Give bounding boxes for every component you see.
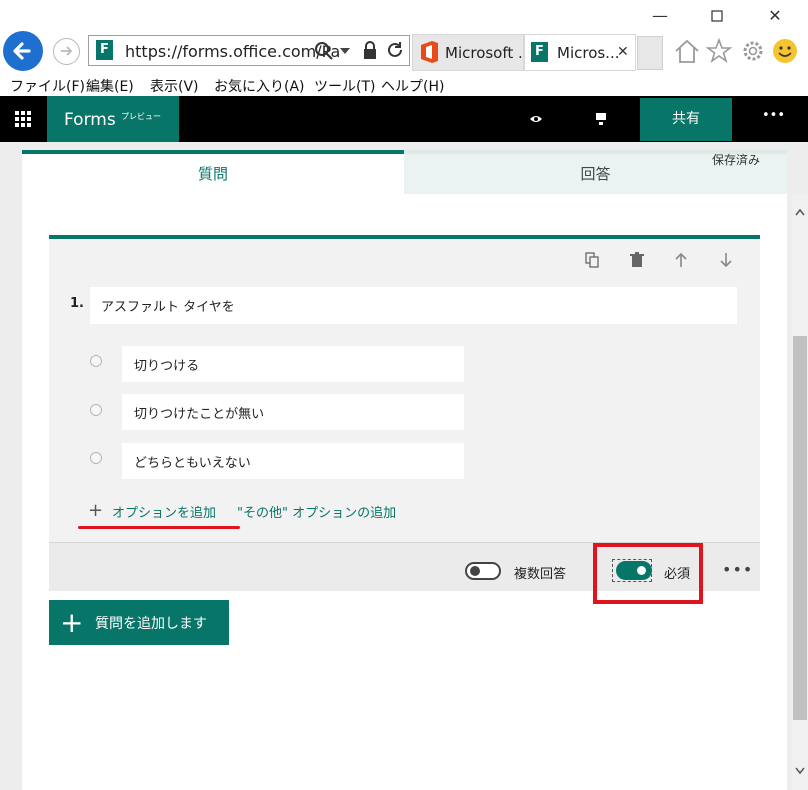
forms-favicon-icon: F xyxy=(96,40,113,60)
radio-button[interactable] xyxy=(90,355,102,367)
menu-edit[interactable]: 編集(E) xyxy=(86,76,134,96)
copy-icon[interactable] xyxy=(584,252,600,268)
menu-tools[interactable]: ツール(T) xyxy=(314,76,375,96)
arrow-left-icon xyxy=(13,42,31,60)
minimize-button[interactable]: — xyxy=(645,4,675,28)
question-number: 1. xyxy=(70,296,84,311)
add-other-option-link[interactable]: "その他" オプションの追加 xyxy=(237,502,396,521)
share-button[interactable]: 共有 xyxy=(640,98,732,141)
trash-icon[interactable] xyxy=(629,252,645,268)
preview-badge: プレビュー xyxy=(121,112,161,121)
question-more-button[interactable]: ••• xyxy=(722,560,753,579)
waffle-icon xyxy=(15,111,31,127)
arrow-down-icon[interactable] xyxy=(718,252,734,268)
app-name: Forms xyxy=(64,110,116,130)
plus-icon: + xyxy=(60,606,84,639)
menu-file[interactable]: ファイル(F) xyxy=(10,76,85,96)
smiley-icon[interactable] xyxy=(771,37,799,65)
star-icon[interactable] xyxy=(705,37,733,65)
option-input-2[interactable]: 切りつけたことが無い xyxy=(122,394,464,430)
tab-questions[interactable]: 質問 xyxy=(22,150,404,194)
option-input-1[interactable]: 切りつける xyxy=(122,346,464,382)
arrow-up-icon[interactable] xyxy=(673,252,689,268)
save-status: 保存済み xyxy=(712,153,761,167)
close-tab-icon[interactable]: ✕ xyxy=(617,44,629,60)
arrow-right-icon xyxy=(61,46,73,56)
eye-icon[interactable] xyxy=(529,113,543,125)
theme-icon[interactable] xyxy=(595,112,607,126)
refresh-icon[interactable] xyxy=(385,40,405,60)
app-launcher-button[interactable] xyxy=(0,96,46,142)
maximize-button[interactable] xyxy=(702,4,732,28)
gear-icon[interactable] xyxy=(739,37,767,65)
lock-icon[interactable] xyxy=(362,40,378,60)
plus-icon[interactable]: + xyxy=(88,500,103,521)
question-title-input[interactable]: アスファルト タイヤを xyxy=(90,287,737,324)
option-input-3[interactable]: どちらともいえない xyxy=(122,443,464,479)
scroll-up-icon[interactable] xyxy=(795,206,805,219)
url-text[interactable]: https://forms.office.com/Pa xyxy=(125,42,340,61)
new-tab-button[interactable] xyxy=(637,36,663,70)
search-icon[interactable] xyxy=(314,41,334,61)
home-icon[interactable] xyxy=(673,37,701,65)
menu-help[interactable]: ヘルプ(H) xyxy=(381,76,444,96)
scroll-down-icon[interactable] xyxy=(795,764,805,779)
more-options-button[interactable]: ••• xyxy=(762,108,785,123)
chevron-down-icon[interactable] xyxy=(340,48,350,54)
menu-favorites[interactable]: お気に入り(A) xyxy=(214,76,305,96)
tab-label: Microsoft ... xyxy=(445,44,533,62)
highlight-underline xyxy=(78,526,240,529)
add-question-label: 質問を追加します xyxy=(95,616,207,632)
radio-button[interactable] xyxy=(90,452,102,464)
scrollbar-thumb[interactable] xyxy=(793,336,807,720)
toggle-knob xyxy=(470,566,480,576)
forms-favicon-icon: F xyxy=(531,42,548,62)
multiple-answers-label: 複数回答 xyxy=(514,567,567,582)
menu-view[interactable]: 表示(V) xyxy=(150,76,199,96)
forward-button[interactable] xyxy=(53,38,80,65)
office-logo-icon xyxy=(421,41,438,63)
close-window-button[interactable]: ✕ xyxy=(760,4,790,28)
add-option-link[interactable]: オプションを追加 xyxy=(112,502,216,521)
highlight-box xyxy=(593,543,703,604)
back-button[interactable] xyxy=(3,31,43,71)
radio-button[interactable] xyxy=(90,404,102,416)
tab-label: Micros... xyxy=(557,44,620,62)
